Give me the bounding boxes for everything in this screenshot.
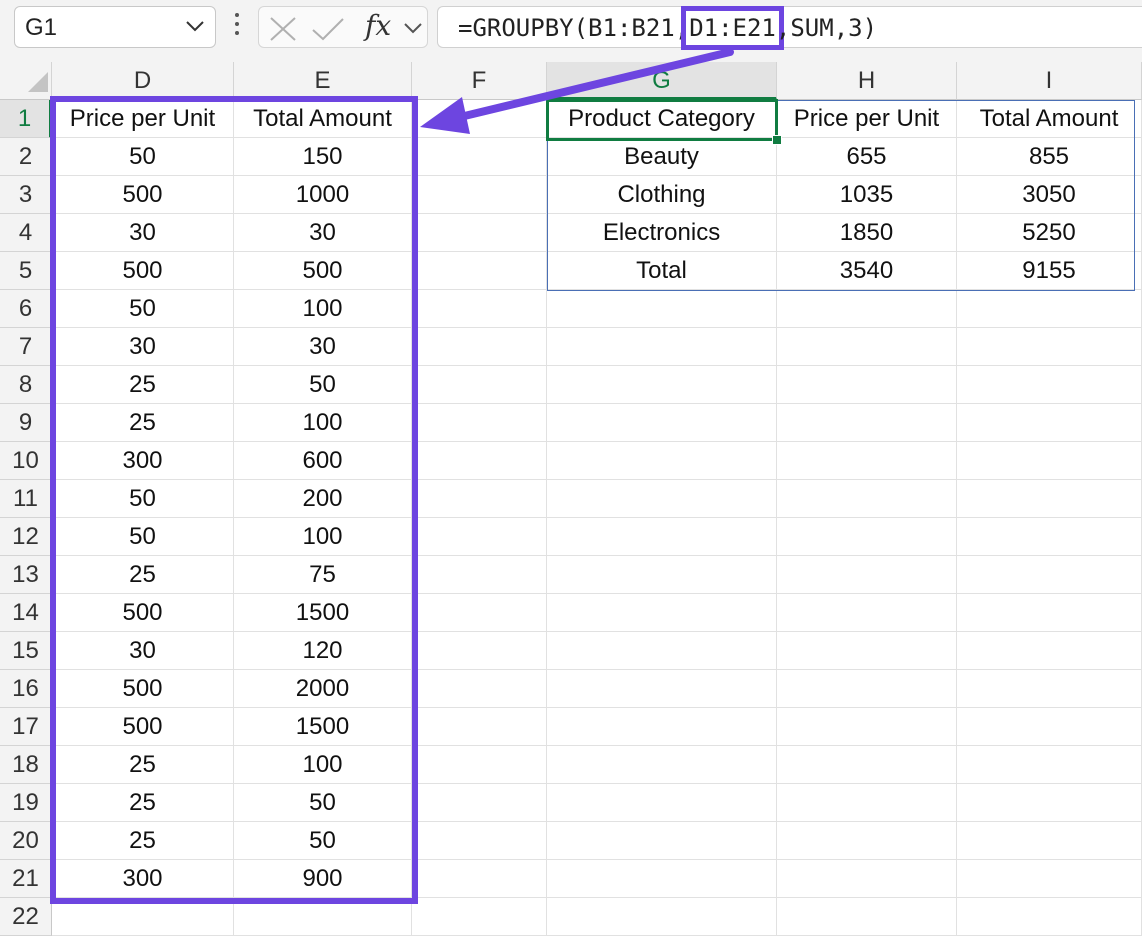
pointer-arrow-icon bbox=[420, 48, 734, 134]
